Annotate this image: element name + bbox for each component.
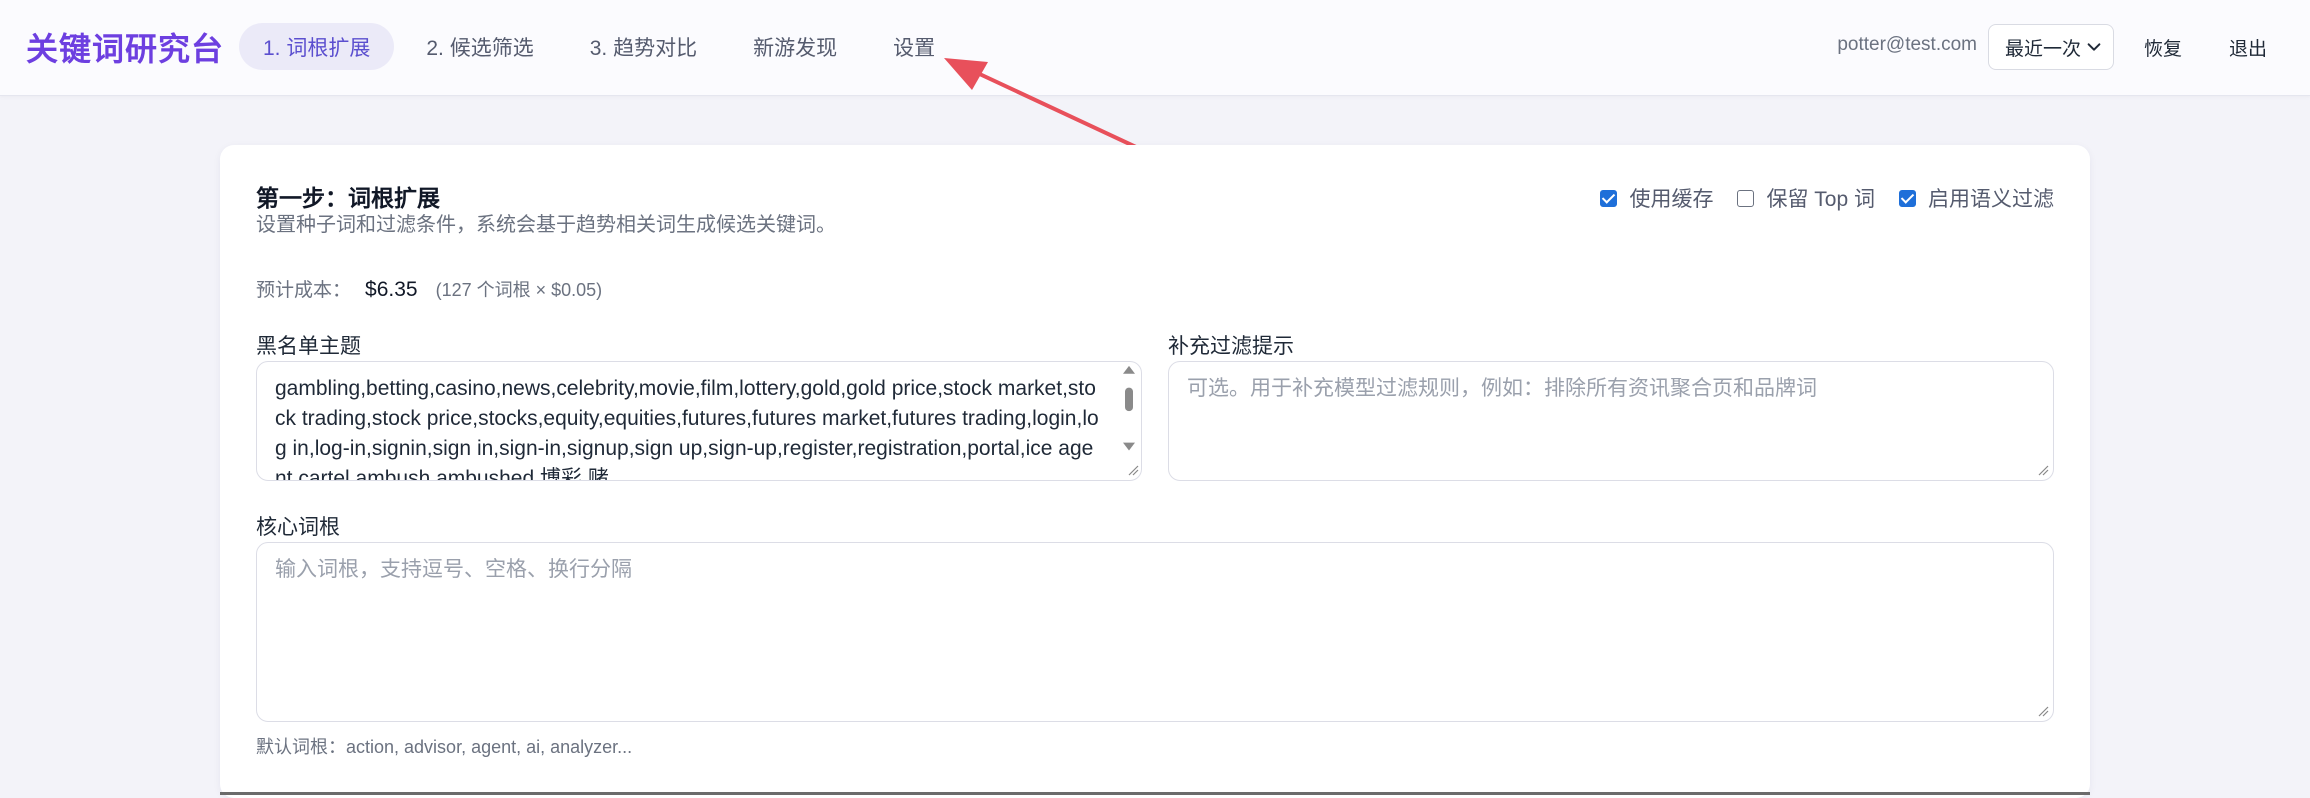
tab-trend-compare[interactable]: 3. 趋势对比 xyxy=(566,23,721,70)
chevron-down-icon xyxy=(2087,43,2101,51)
section-divider xyxy=(220,792,2090,795)
use-cache-label: 使用缓存 xyxy=(1629,188,1714,211)
extra-filter-placeholder: 可选。用于补充模型过滤规则，例如：排除所有资讯聚合页和品牌词 xyxy=(1187,377,1817,400)
logout-button[interactable]: 退出 xyxy=(2229,34,2267,61)
step-description: 设置种子词和过滤条件，系统会基于趋势相关词生成候选关键词。 xyxy=(256,214,836,236)
history-select-value: 最近一次 xyxy=(2005,38,2082,60)
semantic-filter-checkbox[interactable] xyxy=(1899,189,1916,207)
default-roots-hint: 默认词根：action, advisor, agent, ai, analyze… xyxy=(256,737,633,757)
resize-grip-icon[interactable] xyxy=(1127,464,1139,476)
resize-grip-icon[interactable] xyxy=(2037,705,2049,717)
blacklist-label: 黑名单主题 xyxy=(256,335,361,358)
tab-candidate-filter[interactable]: 2. 候选筛选 xyxy=(402,23,557,70)
step-card: 第一步：词根扩展 设置种子词和过滤条件，系统会基于趋势相关词生成候选关键词。 使… xyxy=(220,145,2090,798)
resize-grip-icon[interactable] xyxy=(2037,464,2049,476)
tab-root-expansion[interactable]: 1. 词根扩展 xyxy=(239,23,395,70)
app-logo[interactable]: 关键词研究台 xyxy=(26,24,224,70)
estimated-cost: 预计成本： $6.35 (127 个词根 × $0.05) xyxy=(256,275,602,302)
tab-new-game-discovery[interactable]: 新游发现 xyxy=(729,23,861,70)
history-select[interactable]: 最近一次 xyxy=(1988,24,2114,70)
semantic-filter-label: 启用语义过滤 xyxy=(1928,188,2054,211)
user-email: potter@test.com xyxy=(1837,34,1977,55)
use-cache-checkbox[interactable] xyxy=(1600,189,1618,207)
blacklist-textarea[interactable]: gambling,betting,casino,news,celebrity,m… xyxy=(256,361,1142,481)
use-cache-option[interactable]: 使用缓存 xyxy=(1600,183,1713,213)
core-roots-placeholder: 输入词根，支持逗号、空格、换行分隔 xyxy=(275,558,632,581)
scrollbar[interactable] xyxy=(1117,362,1141,480)
option-checkboxes: 使用缓存 保留 Top 词 启用语义过滤 xyxy=(1576,183,2054,213)
core-roots-textarea[interactable]: 输入词根，支持逗号、空格、换行分隔 xyxy=(256,542,2054,722)
cost-label: 预计成本： xyxy=(256,280,352,301)
keep-top-label: 保留 Top 词 xyxy=(1766,188,1875,211)
blacklist-text: gambling,betting,casino,news,celebrity,m… xyxy=(275,377,1099,481)
cost-note: (127 个词根 × $0.05) xyxy=(435,280,603,300)
semantic-filter-option[interactable]: 启用语义过滤 xyxy=(1899,183,2054,213)
keep-top-option[interactable]: 保留 Top 词 xyxy=(1737,183,1875,213)
extra-filter-textarea[interactable]: 可选。用于补充模型过滤规则，例如：排除所有资讯聚合页和品牌词 xyxy=(1168,361,2054,481)
core-roots-label: 核心词根 xyxy=(256,516,340,539)
main-tabs: 1. 词根扩展 2. 候选筛选 3. 趋势对比 新游发现 设置 xyxy=(239,23,967,70)
keep-top-checkbox[interactable] xyxy=(1737,189,1755,207)
cost-value: $6.35 xyxy=(365,278,418,301)
restore-button[interactable]: 恢复 xyxy=(2144,34,2182,61)
extra-filter-label: 补充过滤提示 xyxy=(1168,335,1294,358)
